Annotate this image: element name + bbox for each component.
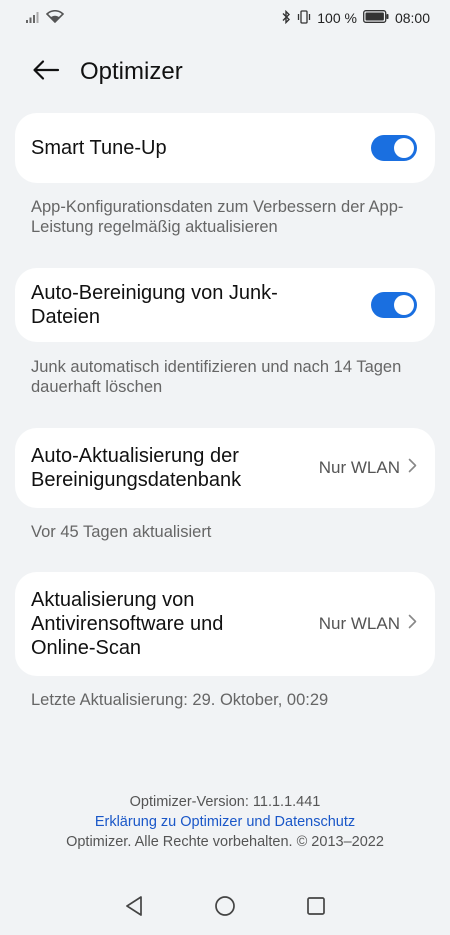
wifi-icon xyxy=(45,10,65,26)
cleanup-database-update-label: Auto-Aktualisierung der Bereinigungsdate… xyxy=(31,445,242,491)
cleanup-database-update-value: Nur WLAN xyxy=(319,458,417,478)
back-button[interactable] xyxy=(26,52,66,92)
back-arrow-icon xyxy=(32,59,60,86)
auto-junk-cleanup-card[interactable]: Auto-Bereinigung von Junk-Dateien xyxy=(15,268,435,342)
antivirus-update-card[interactable]: Aktualisierung von Antivirensoftware und… xyxy=(15,572,435,676)
navigation-bar xyxy=(0,890,450,926)
page-title: Optimizer xyxy=(80,58,183,85)
nav-back-button[interactable] xyxy=(124,895,144,922)
cleanup-database-update-description: Vor 45 Tagen aktualisiert xyxy=(31,523,212,541)
smart-tune-up-toggle[interactable] xyxy=(371,135,417,161)
nav-home-button[interactable] xyxy=(214,895,236,922)
clock: 08:00 xyxy=(394,10,430,26)
square-recents-icon xyxy=(306,896,326,921)
triangle-back-icon xyxy=(124,895,144,922)
smart-tune-up-label: Smart Tune-Up xyxy=(31,137,167,159)
antivirus-update-value-text: Nur WLAN xyxy=(318,614,400,633)
vibrate-icon xyxy=(297,9,311,27)
cleanup-database-update-card[interactable]: Auto-Aktualisierung der Bereinigungsdate… xyxy=(15,428,435,508)
cleanup-database-update-value-text: Nur WLAN xyxy=(318,458,400,477)
battery-percent: 100 % xyxy=(317,10,357,26)
footer: Optimizer-Version: 11.1.1.441 Erklärung … xyxy=(0,792,450,852)
status-bar-left xyxy=(26,10,65,26)
chevron-right-icon xyxy=(408,458,417,478)
status-bar-right: 100 % 08:00 xyxy=(281,9,430,27)
status-bar: 100 % 08:00 xyxy=(0,0,450,36)
smart-tune-up-description: App-Konfigurationsdaten zum Verbessern d… xyxy=(31,198,404,236)
version-text: Optimizer-Version: 11.1.1.441 xyxy=(129,794,321,810)
battery-icon xyxy=(363,10,389,26)
auto-junk-cleanup-label: Auto-Bereinigung von Junk-Dateien xyxy=(31,282,278,328)
antivirus-update-label: Aktualisierung von Antivirensoftware und… xyxy=(31,589,224,659)
signal-icon xyxy=(26,10,40,26)
auto-junk-cleanup-description: Junk automatisch identifizieren und nach… xyxy=(31,358,402,396)
copyright-text: Optimizer. Alle Rechte vorbehalten. © 20… xyxy=(66,834,384,850)
auto-junk-cleanup-toggle[interactable] xyxy=(371,292,417,318)
antivirus-update-description: Letzte Aktualisierung: 29. Oktober, 00:2… xyxy=(31,691,329,709)
chevron-right-icon xyxy=(408,614,417,634)
smart-tune-up-card[interactable]: Smart Tune-Up xyxy=(15,113,435,183)
nav-recents-button[interactable] xyxy=(306,896,326,921)
bluetooth-icon xyxy=(281,9,291,27)
antivirus-update-value: Nur WLAN xyxy=(319,614,417,634)
circle-home-icon xyxy=(214,895,236,922)
header: Optimizer xyxy=(0,52,450,92)
privacy-link[interactable]: Erklärung zu Optimizer und Datenschutz xyxy=(0,812,450,832)
